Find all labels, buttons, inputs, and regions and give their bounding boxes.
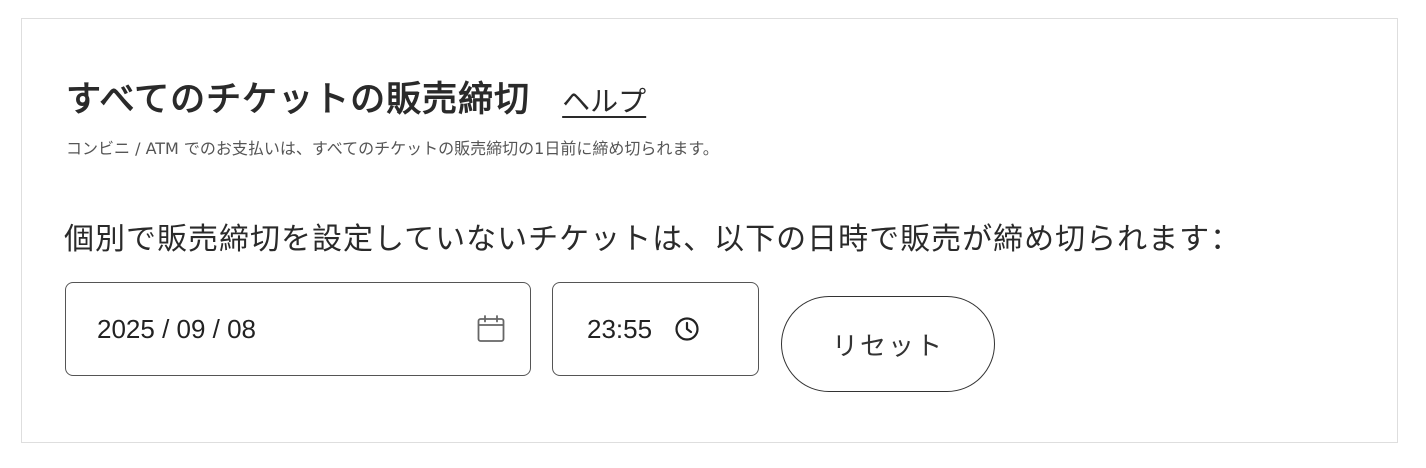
deadline-date-value: 2025 / 09 / 08 (97, 313, 257, 344)
payment-note: コンビニ / ATM でのお支払いは、すべてのチケットの販売締切の1日前に締め切… (66, 139, 719, 158)
section-title: すべてのチケットの販売締切 (66, 80, 531, 120)
deadline-date-input[interactable]: 2025 / 09 / 08 (65, 282, 531, 376)
sales-deadline-card: すべてのチケットの販売締切 ヘルプ コンビニ / ATM でのお支払いは、すべて… (21, 18, 1398, 443)
title-row: すべてのチケットの販売締切 ヘルプ (66, 71, 646, 122)
clock-icon[interactable] (674, 316, 700, 342)
deadline-instruction: 個別で販売締切を設定していないチケットは、以下の日時で販売が締め切られます： (64, 222, 1242, 257)
deadline-time-value: 23:55 (587, 313, 653, 344)
reset-button[interactable]: リセット (781, 296, 995, 392)
deadline-time-input[interactable]: 23:55 (552, 282, 759, 376)
help-link[interactable]: ヘルプ (562, 80, 646, 120)
calendar-icon[interactable] (476, 314, 506, 344)
